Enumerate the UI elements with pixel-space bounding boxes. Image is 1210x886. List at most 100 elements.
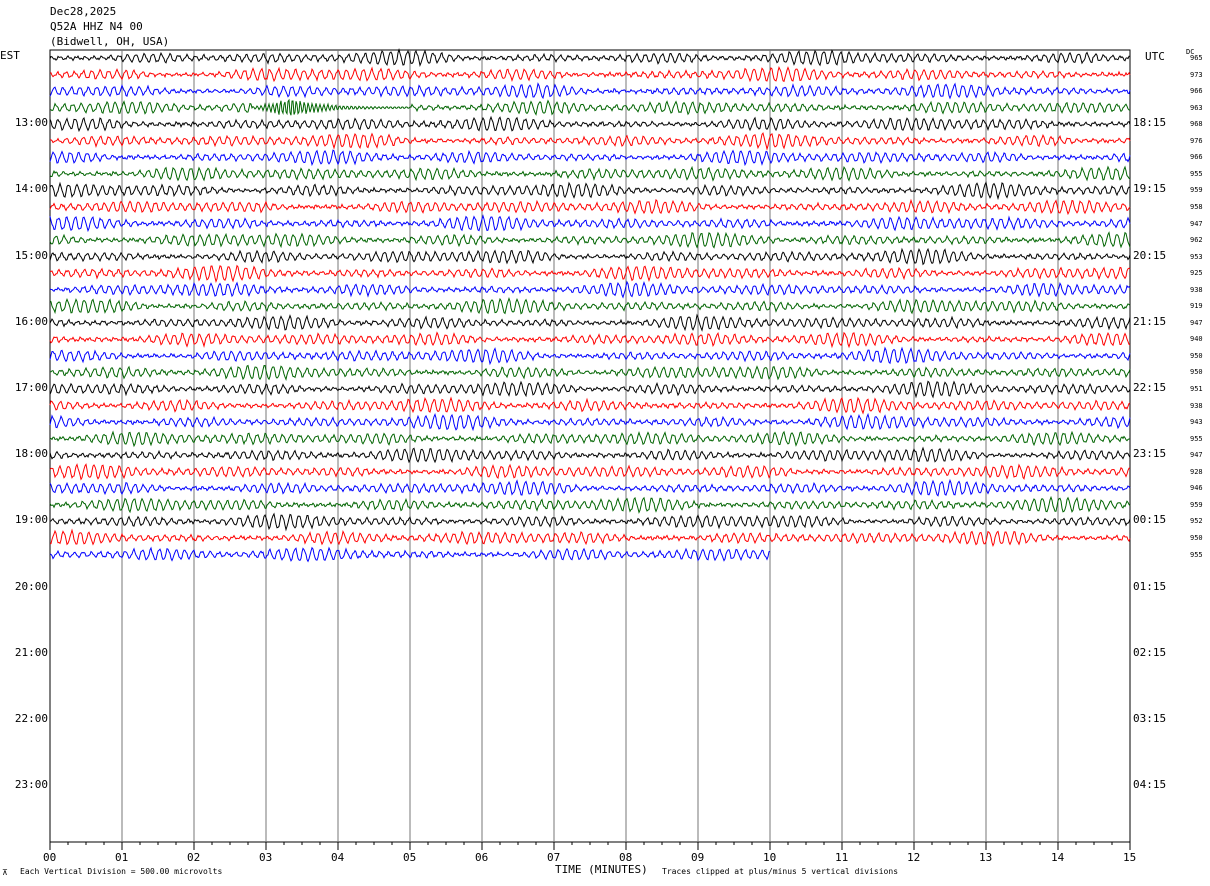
trace-line bbox=[49, 149, 1131, 167]
left-hour-label: 21:00 bbox=[14, 645, 48, 659]
trace-line bbox=[49, 430, 1131, 448]
dc-value: 976 bbox=[1190, 136, 1203, 145]
dc-value: 925 bbox=[1190, 269, 1203, 278]
right-hour-label: 22:15 bbox=[1133, 381, 1167, 394]
left-hour-label: 22:00 bbox=[14, 712, 48, 725]
dc-value: 973 bbox=[1190, 70, 1203, 79]
x-tick-label: 15 bbox=[1123, 851, 1137, 864]
dc-value: 946 bbox=[1190, 484, 1203, 493]
x-tick-label: 12 bbox=[907, 851, 921, 864]
left-hour-label: 18:00 bbox=[14, 447, 48, 461]
right-hour-label: 01:15 bbox=[1133, 579, 1167, 593]
trace-line bbox=[49, 65, 1131, 83]
trace-line bbox=[50, 98, 1131, 116]
dc-value: 947 bbox=[1190, 451, 1203, 460]
dc-value: 938 bbox=[1190, 285, 1203, 294]
trace-line bbox=[49, 198, 1131, 216]
trace-line bbox=[49, 181, 1131, 201]
left-hour-label: 19:00 bbox=[14, 513, 48, 527]
trace-line bbox=[49, 331, 1131, 349]
dc-value: 953 bbox=[1190, 252, 1203, 261]
dc-value: 959 bbox=[1190, 500, 1203, 509]
x-tick-label: 09 bbox=[691, 851, 705, 864]
dc-value: 966 bbox=[1190, 153, 1203, 162]
x-tick-label: 14 bbox=[1051, 851, 1065, 864]
x-tick-label: 13 bbox=[979, 851, 993, 864]
trace-line bbox=[49, 165, 1131, 182]
dc-value: 950 bbox=[1190, 368, 1203, 377]
trace-line bbox=[49, 214, 1131, 233]
x-tick-label: 00 bbox=[43, 851, 57, 864]
x-tick-label: 02 bbox=[187, 851, 201, 864]
x-tick-label: 10 bbox=[763, 851, 777, 864]
left-hour-label: 14:00 bbox=[14, 182, 48, 196]
dc-value: 958 bbox=[1190, 202, 1203, 211]
trace-line bbox=[50, 528, 1131, 547]
dc-value: 938 bbox=[1190, 401, 1203, 410]
dc-value: 963 bbox=[1190, 103, 1203, 112]
trace-line bbox=[49, 463, 1131, 481]
dc-value: 955 bbox=[1190, 550, 1203, 559]
header-station: Q52A HHZ N4 00 bbox=[50, 20, 143, 33]
trace-line bbox=[49, 47, 1130, 67]
left-hour-label: 23:00 bbox=[14, 778, 48, 792]
x-tick-label: 03 bbox=[259, 851, 273, 864]
trace-line bbox=[49, 512, 1131, 532]
left-hour-label: 13:00 bbox=[14, 116, 48, 130]
trace-line bbox=[49, 364, 1131, 381]
trace-line bbox=[49, 495, 1131, 514]
header-location: (Bidwell, OH, USA) bbox=[50, 35, 170, 48]
right-hour-label: 02:15 bbox=[1133, 645, 1167, 659]
scale-icon: ⊼ bbox=[2, 868, 8, 877]
dc-value: 947 bbox=[1190, 219, 1203, 228]
header-date: Dec28,2025 bbox=[50, 5, 117, 18]
helicorder-plot bbox=[49, 47, 1131, 850]
trace-line bbox=[49, 412, 1131, 432]
right-hour-label: 23:15 bbox=[1133, 447, 1167, 461]
x-tick-label: 06 bbox=[475, 851, 489, 864]
x-axis-title: TIME (MINUTES) bbox=[555, 863, 648, 876]
trace-line bbox=[49, 478, 1131, 497]
dc-value: 928 bbox=[1190, 467, 1203, 476]
x-tick-label: 01 bbox=[115, 851, 129, 864]
dc-value: 955 bbox=[1190, 169, 1203, 178]
x-tick-label: 05 bbox=[403, 851, 417, 864]
trace-line bbox=[49, 280, 1131, 299]
trace-line bbox=[49, 247, 1131, 266]
trace-line bbox=[49, 313, 1131, 332]
right-hour-label: 19:15 bbox=[1133, 182, 1167, 196]
trace-line bbox=[49, 380, 1131, 399]
trace-line bbox=[49, 296, 1131, 315]
clip-note: Traces clipped at plus/minus 5 vertical … bbox=[662, 867, 899, 876]
right-hour-label: 03:15 bbox=[1133, 712, 1167, 725]
dc-value: 952 bbox=[1190, 517, 1203, 526]
dc-value: 951 bbox=[1190, 385, 1203, 393]
dc-value: 943 bbox=[1190, 418, 1203, 427]
dc-value: 959 bbox=[1190, 186, 1203, 195]
left-hour-label: 15:00 bbox=[14, 248, 48, 262]
dc-value: 950 bbox=[1190, 351, 1203, 360]
right-hour-label: 04:15 bbox=[1133, 778, 1167, 792]
dc-value: 962 bbox=[1190, 236, 1203, 245]
dc-value: 919 bbox=[1190, 302, 1203, 311]
right-hour-label: 21:15 bbox=[1133, 314, 1167, 328]
left-timezone-label: EST bbox=[0, 49, 20, 62]
trace-line bbox=[49, 346, 1131, 366]
x-tick-label: 11 bbox=[835, 851, 849, 864]
right-hour-label: 00:15 bbox=[1133, 513, 1167, 527]
dc-value: 966 bbox=[1190, 87, 1203, 96]
right-timezone-label: UTC bbox=[1145, 50, 1165, 63]
trace-line bbox=[49, 231, 1131, 249]
dc-value: 940 bbox=[1190, 335, 1203, 344]
left-hour-label: 16:00 bbox=[14, 314, 48, 328]
dc-value: 965 bbox=[1190, 54, 1203, 62]
dc-value: 947 bbox=[1190, 318, 1203, 327]
dc-value: 955 bbox=[1190, 434, 1203, 443]
left-hour-label: 20:00 bbox=[14, 579, 48, 593]
trace-line bbox=[50, 264, 1131, 284]
trace-line bbox=[49, 132, 1131, 151]
trace-line bbox=[49, 115, 1131, 133]
x-tick-label: 04 bbox=[331, 851, 345, 864]
trace-line bbox=[49, 82, 1131, 100]
right-hour-label: 20:15 bbox=[1133, 248, 1167, 262]
